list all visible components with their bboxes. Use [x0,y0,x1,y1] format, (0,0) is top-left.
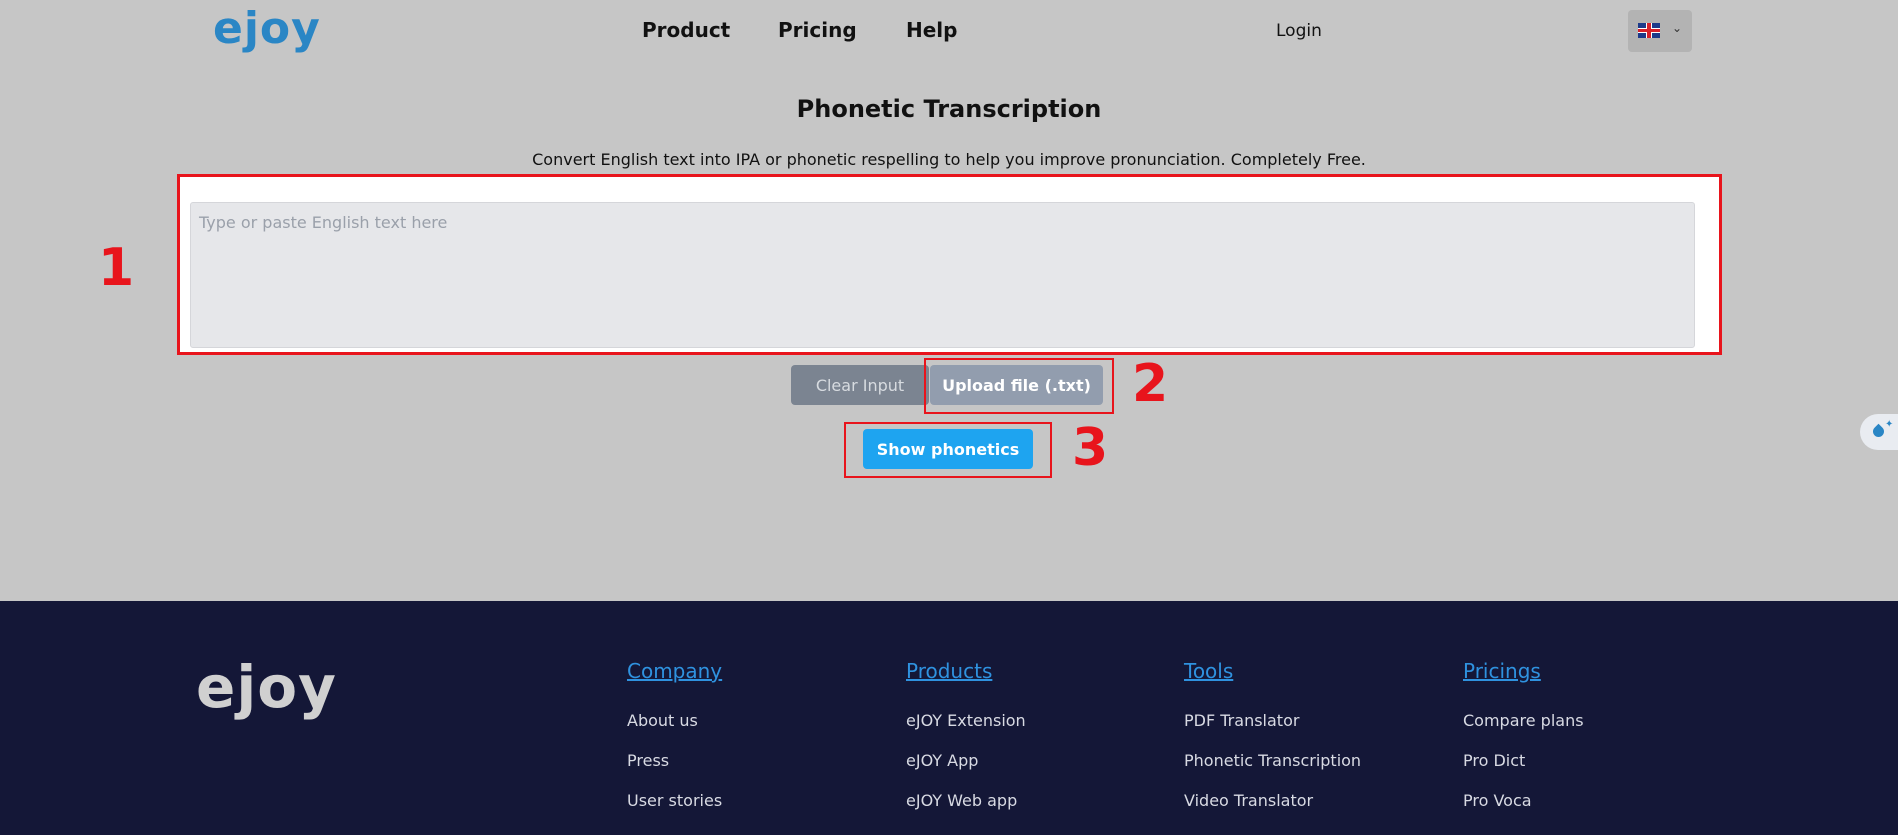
footer-logo[interactable]: ejoy [196,657,337,717]
footer-link-user-stories[interactable]: User stories [627,791,722,810]
nav-pricing[interactable]: Pricing [778,18,857,42]
annotation-marker-3: 3 [1072,418,1109,478]
header: ejoy Product Pricing Help Login ⌄ [0,0,1898,62]
footer-link-pro-voca[interactable]: Pro Voca [1463,791,1532,810]
upload-file-button[interactable]: Upload file (.txt) [930,365,1103,405]
ejoy-drop-icon [1870,423,1887,440]
show-phonetics-button[interactable]: Show phonetics [863,429,1033,469]
footer-heading-company[interactable]: Company [627,659,722,683]
footer-link-video-translator[interactable]: Video Translator [1184,791,1313,810]
sparkle-icon: ✦ [1885,419,1894,430]
footer-link-press[interactable]: Press [627,751,669,770]
uk-flag-icon [1638,23,1660,38]
clear-input-button[interactable]: Clear Input [791,365,929,405]
footer-link-compare-plans[interactable]: Compare plans [1463,711,1584,730]
footer-link-about-us[interactable]: About us [627,711,698,730]
nav-product[interactable]: Product [642,18,730,42]
footer-link-pdf-translator[interactable]: PDF Translator [1184,711,1299,730]
footer: ejoy Company About us Press User stories… [0,601,1898,835]
footer-link-ejoy-app[interactable]: eJOY App [906,751,978,770]
annotation-box-input [177,174,1722,355]
footer-heading-products[interactable]: Products [906,659,992,683]
footer-link-ejoy-extension[interactable]: eJOY Extension [906,711,1026,730]
page-title: Phonetic Transcription [796,95,1102,123]
footer-heading-tools[interactable]: Tools [1184,659,1233,683]
annotation-marker-2: 2 [1132,354,1169,414]
footer-heading-pricings[interactable]: Pricings [1463,659,1541,683]
ejoy-logo[interactable]: ejoy [213,2,321,56]
login-link[interactable]: Login [1276,21,1322,41]
ejoy-side-widget[interactable]: ✦ [1860,414,1898,450]
chevron-down-icon: ⌄ [1672,21,1683,35]
language-selector[interactable]: ⌄ [1628,10,1692,52]
text-input[interactable] [190,202,1695,348]
page-subtitle: Convert English text into IPA or phoneti… [532,150,1366,169]
footer-link-pro-dict[interactable]: Pro Dict [1463,751,1525,770]
footer-link-phonetic-transcription[interactable]: Phonetic Transcription [1184,751,1361,770]
annotation-marker-1: 1 [98,238,135,298]
footer-link-ejoy-web-app[interactable]: eJOY Web app [906,791,1017,810]
nav-help[interactable]: Help [906,18,957,42]
